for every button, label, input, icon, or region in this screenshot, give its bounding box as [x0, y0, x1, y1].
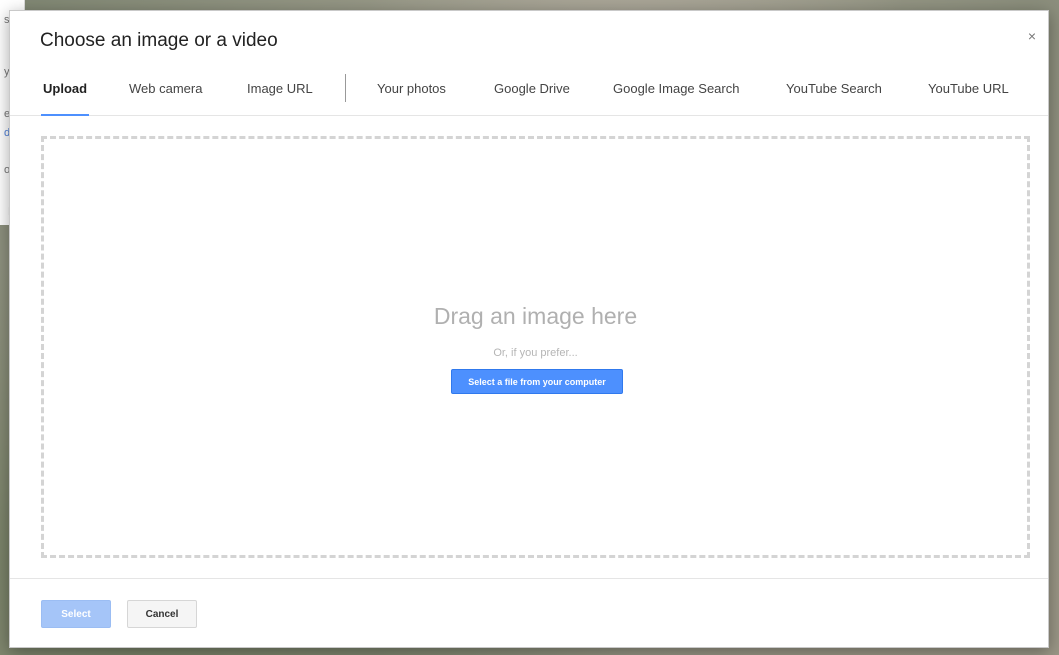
- tab-google-image-search[interactable]: Google Image Search: [613, 71, 739, 115]
- drop-zone-heading: Drag an image here: [433, 303, 638, 329]
- dialog-footer: Select Cancel: [10, 578, 1048, 649]
- tab-divider: [345, 74, 346, 102]
- media-picker-dialog: Choose an image or a video × Upload Web …: [9, 10, 1049, 648]
- tab-upload[interactable]: Upload: [40, 71, 90, 116]
- drop-zone-subtext: Or, if you prefer...: [493, 347, 578, 359]
- cancel-button[interactable]: Cancel: [127, 600, 197, 628]
- dialog-title: Choose an image or a video: [40, 30, 278, 51]
- tab-google-drive[interactable]: Google Drive: [494, 71, 570, 115]
- tab-image-url[interactable]: Image URL: [247, 71, 313, 115]
- select-button[interactable]: Select: [41, 600, 111, 628]
- drop-zone[interactable]: Drag an image here Or, if you prefer... …: [41, 136, 1030, 558]
- tab-bar: Upload Web camera Image URL Your photos …: [10, 71, 1048, 116]
- tab-youtube-search[interactable]: YouTube Search: [786, 71, 882, 115]
- close-icon[interactable]: ×: [1028, 29, 1036, 43]
- select-file-button[interactable]: Select a file from your computer: [451, 369, 623, 394]
- tab-your-photos[interactable]: Your photos: [377, 71, 446, 115]
- tab-web-camera[interactable]: Web camera: [129, 71, 202, 115]
- tab-youtube-url[interactable]: YouTube URL: [928, 71, 1009, 115]
